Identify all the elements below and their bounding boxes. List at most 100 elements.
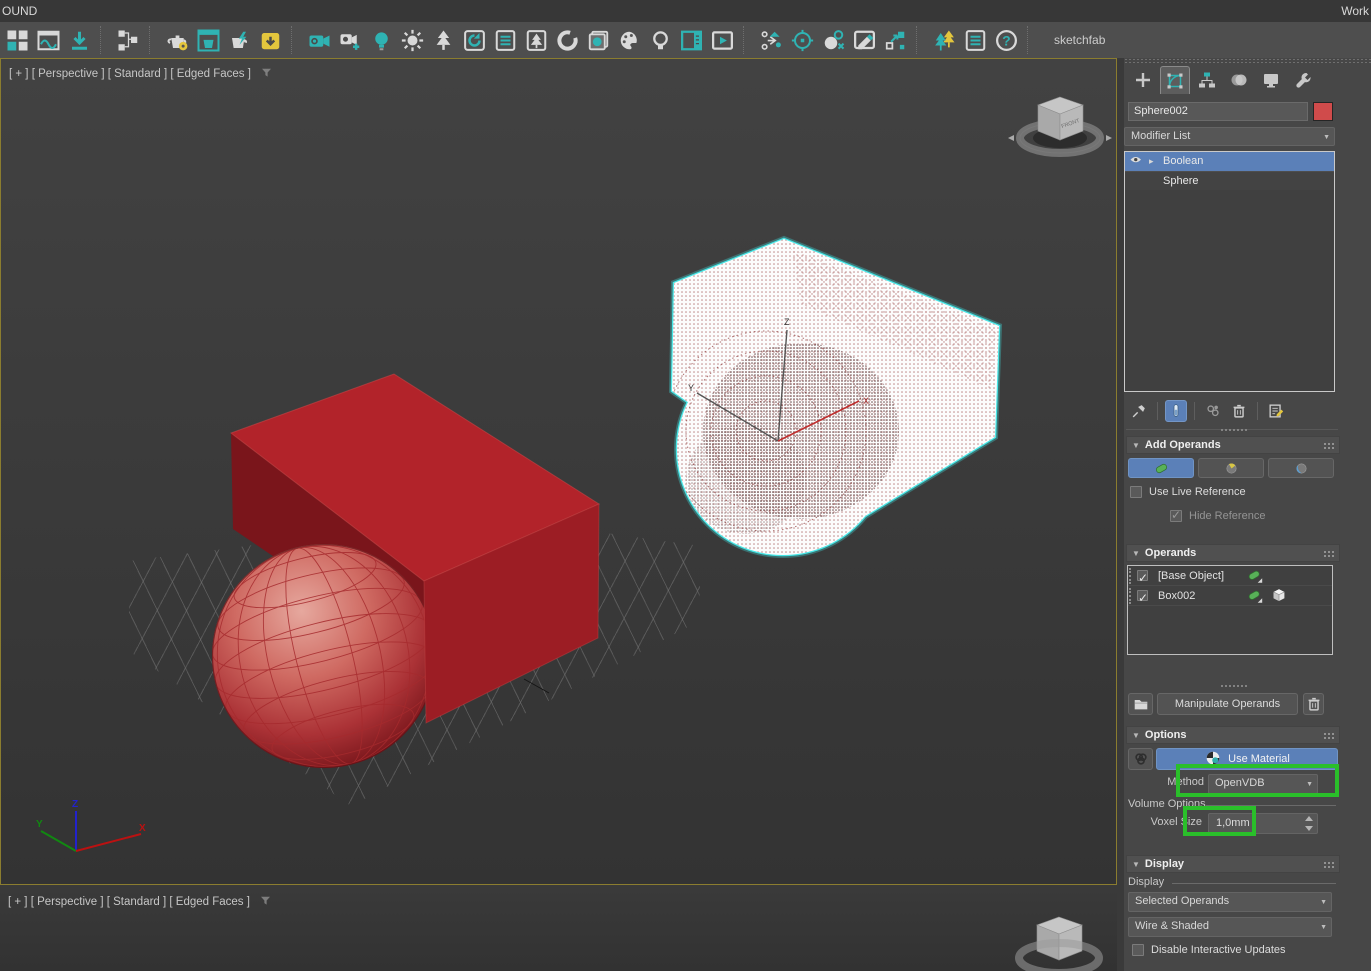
- isolate-filter-icon[interactable]: [259, 65, 274, 83]
- script-listener-icon[interactable]: [490, 24, 521, 56]
- operand-label[interactable]: [Base Object]: [1158, 566, 1224, 586]
- viewcube[interactable]: FRONT: [1008, 97, 1112, 153]
- stack-item-label[interactable]: Sphere: [1163, 172, 1198, 191]
- sketchfab-label[interactable]: sketchfab: [1054, 33, 1105, 47]
- display-operands-dropdown[interactable]: Selected Operands ▼: [1128, 892, 1332, 912]
- rollout-add-operands-header[interactable]: ▼Add Operands: [1126, 436, 1340, 454]
- rollout-collapse-icon[interactable]: ▼: [1127, 441, 1145, 450]
- add-operand-subtract-button[interactable]: [1198, 458, 1264, 478]
- stack-item-sphere[interactable]: Sphere: [1125, 171, 1334, 190]
- remove-operand-button[interactable]: [1303, 693, 1324, 715]
- help-icon[interactable]: ?: [991, 24, 1022, 56]
- play-window-icon[interactable]: [707, 24, 738, 56]
- forest-icon[interactable]: [929, 24, 960, 56]
- curve-editor-icon[interactable]: [33, 24, 64, 56]
- add-operand-union-button[interactable]: [1128, 458, 1194, 478]
- rollout-display-header[interactable]: ▼Display: [1126, 855, 1340, 873]
- material-editor-icon[interactable]: [162, 24, 193, 56]
- stack-item-boolean[interactable]: ▸ Boolean: [1125, 152, 1334, 171]
- create-camera-icon[interactable]: [335, 24, 366, 56]
- render-setup-icon[interactable]: [193, 24, 224, 56]
- pin-stack-button[interactable]: [1128, 400, 1150, 422]
- array-icon[interactable]: [2, 24, 33, 56]
- window-panel-icon[interactable]: [676, 24, 707, 56]
- fire-effect-icon[interactable]: [552, 24, 583, 56]
- stack-item-label[interactable]: Boolean: [1163, 152, 1203, 171]
- foliage-icon[interactable]: [521, 24, 552, 56]
- spinner-down-icon[interactable]: [1305, 826, 1313, 831]
- panel-drag-grip[interactable]: [1124, 58, 1371, 64]
- viewport-perspective[interactable]: Z Y X FRONT: [0, 58, 1117, 885]
- tab-hierarchy[interactable]: [1192, 66, 1222, 94]
- method-dropdown[interactable]: OpenVDB ▼: [1208, 774, 1318, 794]
- make-unique-button[interactable]: [1202, 400, 1224, 422]
- drag-handle[interactable]: [1129, 568, 1133, 584]
- panel-splitter[interactable]: [1219, 427, 1249, 432]
- open-operand-file-button[interactable]: [1128, 693, 1153, 715]
- rollout-collapse-icon[interactable]: ▼: [1127, 549, 1145, 558]
- notes-icon[interactable]: [960, 24, 991, 56]
- render-region-icon[interactable]: [459, 24, 490, 56]
- target-icon[interactable]: [787, 24, 818, 56]
- layers-icon[interactable]: [583, 24, 614, 56]
- palette-icon[interactable]: [614, 24, 645, 56]
- configure-modifier-sets-button[interactable]: [1265, 400, 1287, 422]
- rollout-collapse-icon[interactable]: ▼: [1127, 860, 1145, 869]
- operands-list[interactable]: [Base Object] Box002: [1127, 565, 1333, 655]
- operand-union-icon[interactable]: [1246, 587, 1264, 612]
- object-name-field[interactable]: Sphere002: [1128, 102, 1308, 121]
- modifier-list-dropdown[interactable]: Modifier List ▼: [1124, 127, 1335, 146]
- display-mode-dropdown[interactable]: Wire & Shaded ▼: [1128, 917, 1332, 937]
- openvdb-preview-object[interactable]: Z Y X: [661, 229, 1011, 559]
- import-icon[interactable]: [64, 24, 95, 56]
- remove-modifier-button[interactable]: [1228, 400, 1250, 422]
- rollout-grip[interactable]: [1323, 442, 1334, 450]
- show-end-result-button[interactable]: [1165, 400, 1187, 422]
- tab-modify[interactable]: [1160, 66, 1190, 94]
- operand-row-box002[interactable]: Box002: [1128, 586, 1332, 606]
- operand-label[interactable]: Box002: [1158, 586, 1195, 606]
- operand-enable-checkbox[interactable]: [1137, 590, 1148, 601]
- rollout-grip[interactable]: [1323, 732, 1334, 740]
- list-resize-splitter[interactable]: [1219, 683, 1249, 688]
- align-boxes-icon[interactable]: [880, 24, 911, 56]
- viewport-label[interactable]: [ + ] [ Perspective ] [ Standard ] [ Edg…: [9, 65, 274, 83]
- modifier-stack[interactable]: ▸ Boolean Sphere: [1124, 151, 1335, 392]
- operand-enable-checkbox[interactable]: [1137, 570, 1148, 581]
- tab-motion[interactable]: [1224, 66, 1254, 94]
- viewport-secondary[interactable]: [ + ] [ Perspective ] [ Standard ] [ Edg…: [0, 887, 1117, 971]
- tab-display[interactable]: [1256, 66, 1286, 94]
- scatter-icon[interactable]: [756, 24, 787, 56]
- render-production-icon[interactable]: [255, 24, 286, 56]
- tab-utilities[interactable]: [1288, 66, 1318, 94]
- drag-handle[interactable]: [1129, 588, 1133, 604]
- expand-arrow-icon[interactable]: ▸: [1149, 152, 1154, 171]
- boolean-result-object[interactable]: [188, 374, 599, 791]
- light-gray-icon[interactable]: [645, 24, 676, 56]
- disable-interactive-updates-checkbox[interactable]: [1132, 944, 1144, 956]
- rollout-options-header[interactable]: ▼Options: [1126, 726, 1340, 744]
- voxel-size-field[interactable]: 1,0mm: [1208, 813, 1318, 834]
- schematic-view-icon[interactable]: [113, 24, 144, 56]
- viewport2-label-text[interactable]: [ + ] [ Perspective ] [ Standard ] [ Edg…: [8, 896, 250, 908]
- rollout-collapse-icon[interactable]: ▼: [1127, 731, 1145, 740]
- viewport2-label[interactable]: [ + ] [ Perspective ] [ Standard ] [ Edg…: [8, 893, 273, 911]
- sphere-paint-icon[interactable]: [818, 24, 849, 56]
- light-icon[interactable]: [366, 24, 397, 56]
- add-operand-intersect-button[interactable]: [1268, 458, 1334, 478]
- use-live-reference-checkbox[interactable]: [1130, 486, 1142, 498]
- hide-reference-checkbox[interactable]: [1170, 510, 1182, 522]
- isolate-filter-icon[interactable]: [258, 893, 273, 911]
- spinner-up-icon[interactable]: [1305, 816, 1313, 821]
- viewport-label-text[interactable]: [ + ] [ Perspective ] [ Standard ] [ Edg…: [9, 68, 251, 80]
- camera-icon[interactable]: [304, 24, 335, 56]
- material-mode-button[interactable]: [1128, 748, 1153, 770]
- rendered-frame-icon[interactable]: [224, 24, 255, 56]
- rollout-grip[interactable]: [1323, 861, 1334, 869]
- operand-box-icon[interactable]: [1270, 587, 1288, 612]
- paint-fill-icon[interactable]: [849, 24, 880, 56]
- tab-create[interactable]: [1128, 66, 1158, 94]
- use-material-button[interactable]: Use Material: [1156, 748, 1338, 770]
- manipulate-operands-button[interactable]: Manipulate Operands: [1157, 693, 1298, 715]
- sun-icon[interactable]: [397, 24, 428, 56]
